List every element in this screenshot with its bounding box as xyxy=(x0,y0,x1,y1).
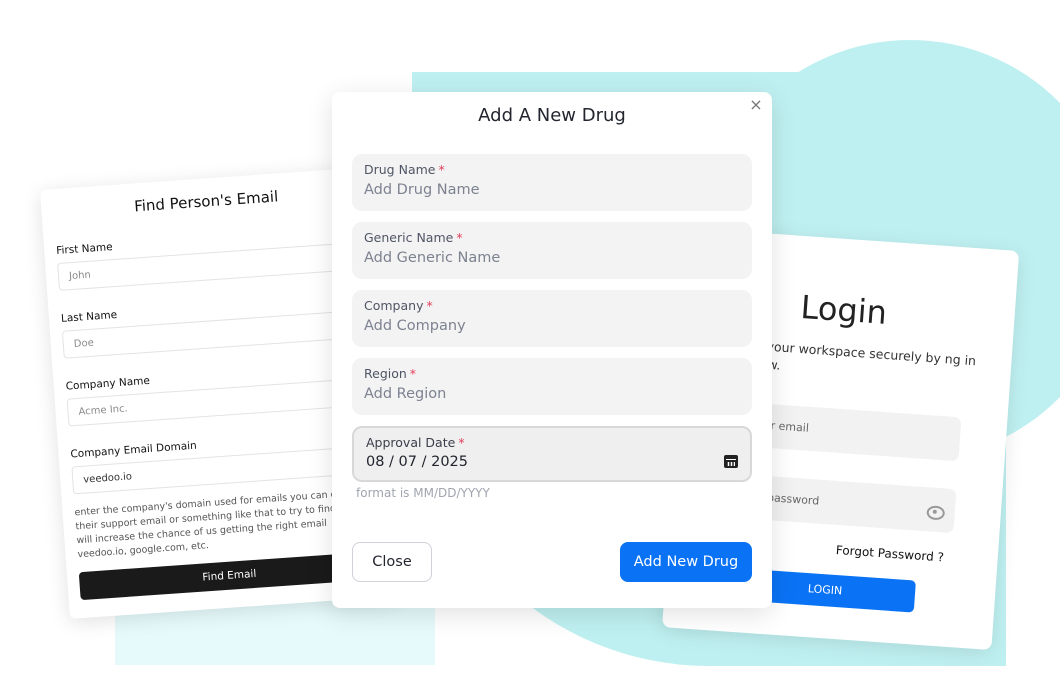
login-title: Login xyxy=(799,287,889,332)
calendar-icon[interactable] xyxy=(724,455,738,468)
region-label: Region * xyxy=(364,366,416,381)
find-email-title: Find Person's Email xyxy=(133,187,279,216)
close-icon[interactable]: × xyxy=(749,97,763,113)
region-field[interactable]: Region * Add Region xyxy=(352,358,752,415)
approval-date-field[interactable]: Approval Date * 08 / 07 / 2025 xyxy=(352,426,752,482)
required-mark: * xyxy=(409,366,417,381)
drug-name-field[interactable]: Drug Name * Add Drug Name xyxy=(352,154,752,211)
approval-date-label-text: Approval Date xyxy=(366,435,456,450)
forgot-password-link[interactable]: Forgot Password ? xyxy=(835,543,944,565)
close-button[interactable]: Close xyxy=(352,542,432,582)
approval-date-input[interactable]: 08 / 07 / 2025 xyxy=(366,454,468,470)
date-format-helper: format is MM/DD/YYYY xyxy=(356,486,490,500)
required-mark: * xyxy=(426,298,433,313)
login-subtitle: ess your workspace securely by ng in bel… xyxy=(740,337,977,373)
generic-name-label: Generic Name * xyxy=(364,230,463,245)
generic-name-input[interactable]: Add Generic Name xyxy=(364,250,500,266)
company-input[interactable]: Add Company xyxy=(364,318,466,334)
required-mark: * xyxy=(456,230,463,245)
modal-title: Add A New Drug xyxy=(478,105,626,126)
region-label-text: Region xyxy=(364,366,407,381)
last-name-label: Last Name xyxy=(60,308,118,325)
company-field[interactable]: Company * Add Company xyxy=(352,290,752,347)
domain-label: Company Email Domain xyxy=(70,439,198,461)
stage: Find Person's Email First Name John Last… xyxy=(0,0,1060,700)
drug-name-label: Drug Name * xyxy=(364,162,445,177)
add-drug-modal: Add A New Drug × Drug Name * Add Drug Nam… xyxy=(332,92,772,608)
required-mark: * xyxy=(438,162,445,177)
region-input[interactable]: Add Region xyxy=(364,386,446,402)
company-name-label: Company Name xyxy=(65,374,151,393)
generic-name-field[interactable]: Generic Name * Add Generic Name xyxy=(352,222,752,279)
company-label: Company * xyxy=(364,298,433,313)
company-label-text: Company xyxy=(364,298,424,313)
required-mark: * xyxy=(458,435,465,450)
generic-name-label-text: Generic Name xyxy=(364,230,454,245)
add-new-drug-button[interactable]: Add New Drug xyxy=(620,542,752,582)
drug-name-label-text: Drug Name xyxy=(364,162,436,177)
approval-date-label: Approval Date * xyxy=(366,435,465,450)
drug-name-input[interactable]: Add Drug Name xyxy=(364,182,480,198)
first-name-label: First Name xyxy=(55,241,113,257)
